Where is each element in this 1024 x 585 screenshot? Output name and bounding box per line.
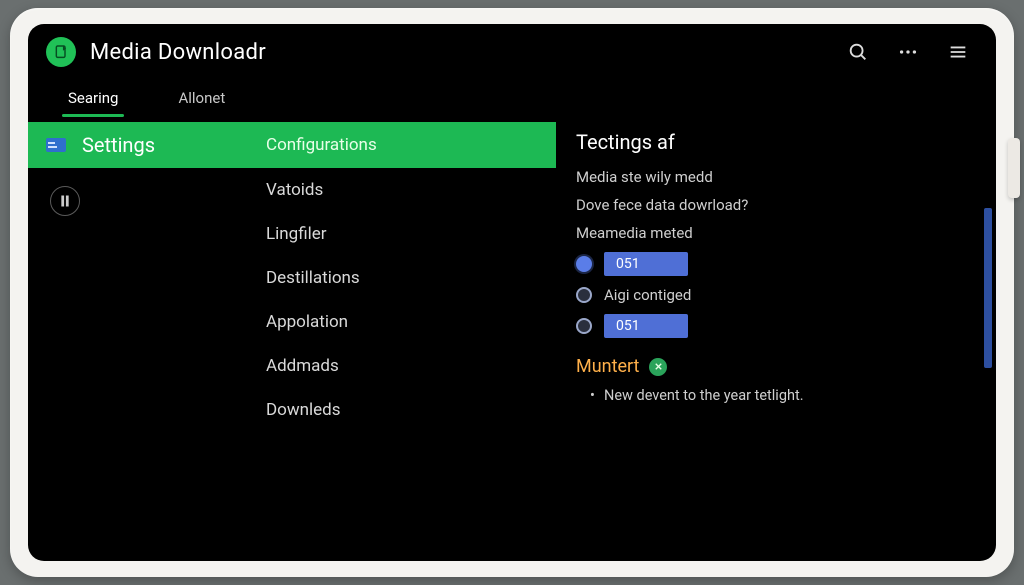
category-lingfiler[interactable]: Lingfiler [246, 212, 556, 256]
category-label: Addmads [266, 356, 339, 376]
sidebar-item-settings[interactable]: Settings [28, 122, 246, 168]
panel-line: Meamedia meted [576, 224, 976, 242]
category-appolation[interactable]: Appolation [246, 300, 556, 344]
category-list: Configurations Vatoids Lingfiler Destill… [246, 116, 556, 561]
pause-button[interactable] [50, 186, 80, 216]
x-icon [653, 361, 664, 372]
app-bar-actions [844, 38, 972, 66]
search-icon [847, 41, 869, 63]
app-logo [46, 37, 76, 67]
settings-card-icon [44, 134, 68, 156]
scrollbar-thumb[interactable] [984, 208, 992, 368]
app-bar: Media Downloadr [28, 24, 996, 80]
radio-empty-icon [576, 318, 592, 334]
app-screen: Media Downloadr [28, 24, 996, 561]
category-label: Lingfiler [266, 224, 327, 244]
tab-strip: Searing Allonet [28, 80, 996, 116]
category-label: Configurations [266, 135, 377, 155]
more-button[interactable] [894, 38, 922, 66]
sidebar: Settings [28, 116, 246, 561]
category-destillations[interactable]: Destillations [246, 256, 556, 300]
search-button[interactable] [844, 38, 872, 66]
panel-line: Media ste wily medd [576, 168, 976, 186]
panel-subheading: Muntert [576, 356, 976, 377]
value-chip: 051 [604, 252, 688, 276]
menu-button[interactable] [944, 38, 972, 66]
category-downleds[interactable]: Downleds [246, 388, 556, 432]
note-icon [53, 44, 69, 60]
category-label: Appolation [266, 312, 348, 332]
settings-panel: Tectings af Media ste wily medd Dove fec… [556, 116, 996, 561]
category-label: Vatoids [266, 180, 323, 200]
category-label: Downleds [266, 400, 341, 420]
category-addmads[interactable]: Addmads [246, 344, 556, 388]
category-label: Destillations [266, 268, 360, 288]
option-label: Aigi contiged [604, 286, 691, 304]
tab-label: Allonet [178, 89, 225, 107]
tab-label: Searing [68, 89, 118, 107]
category-configurations[interactable]: Configurations [246, 122, 556, 168]
option-row[interactable]: 051 [576, 314, 976, 338]
value-chip: 051 [604, 314, 688, 338]
subheading-label: Muntert [576, 356, 639, 377]
radio-empty-icon [576, 287, 592, 303]
device-side-button [1008, 138, 1020, 198]
option-row[interactable]: Aigi contiged [576, 286, 976, 304]
scrollbar[interactable] [984, 208, 992, 531]
tab-allonet[interactable]: Allonet [178, 89, 225, 107]
device-frame: Media Downloadr [10, 8, 1014, 577]
app-title: Media Downloadr [90, 40, 830, 65]
sidebar-item-label: Settings [82, 133, 155, 157]
hamburger-icon [947, 41, 969, 63]
panel-bullet: New devent to the year tetlight. [576, 387, 976, 404]
pause-icon [54, 190, 76, 212]
tab-searing[interactable]: Searing [68, 89, 118, 107]
panel-line: Dove fece data dowrload? [576, 196, 976, 214]
close-badge[interactable] [649, 358, 667, 376]
more-horizontal-icon [897, 41, 919, 63]
panel-title: Tectings af [576, 130, 976, 154]
body: Settings Configurations Vatoids Lingfile… [28, 116, 996, 561]
category-vatoids[interactable]: Vatoids [246, 168, 556, 212]
radio-selected-icon [576, 256, 592, 272]
option-row[interactable]: 051 [576, 252, 976, 276]
